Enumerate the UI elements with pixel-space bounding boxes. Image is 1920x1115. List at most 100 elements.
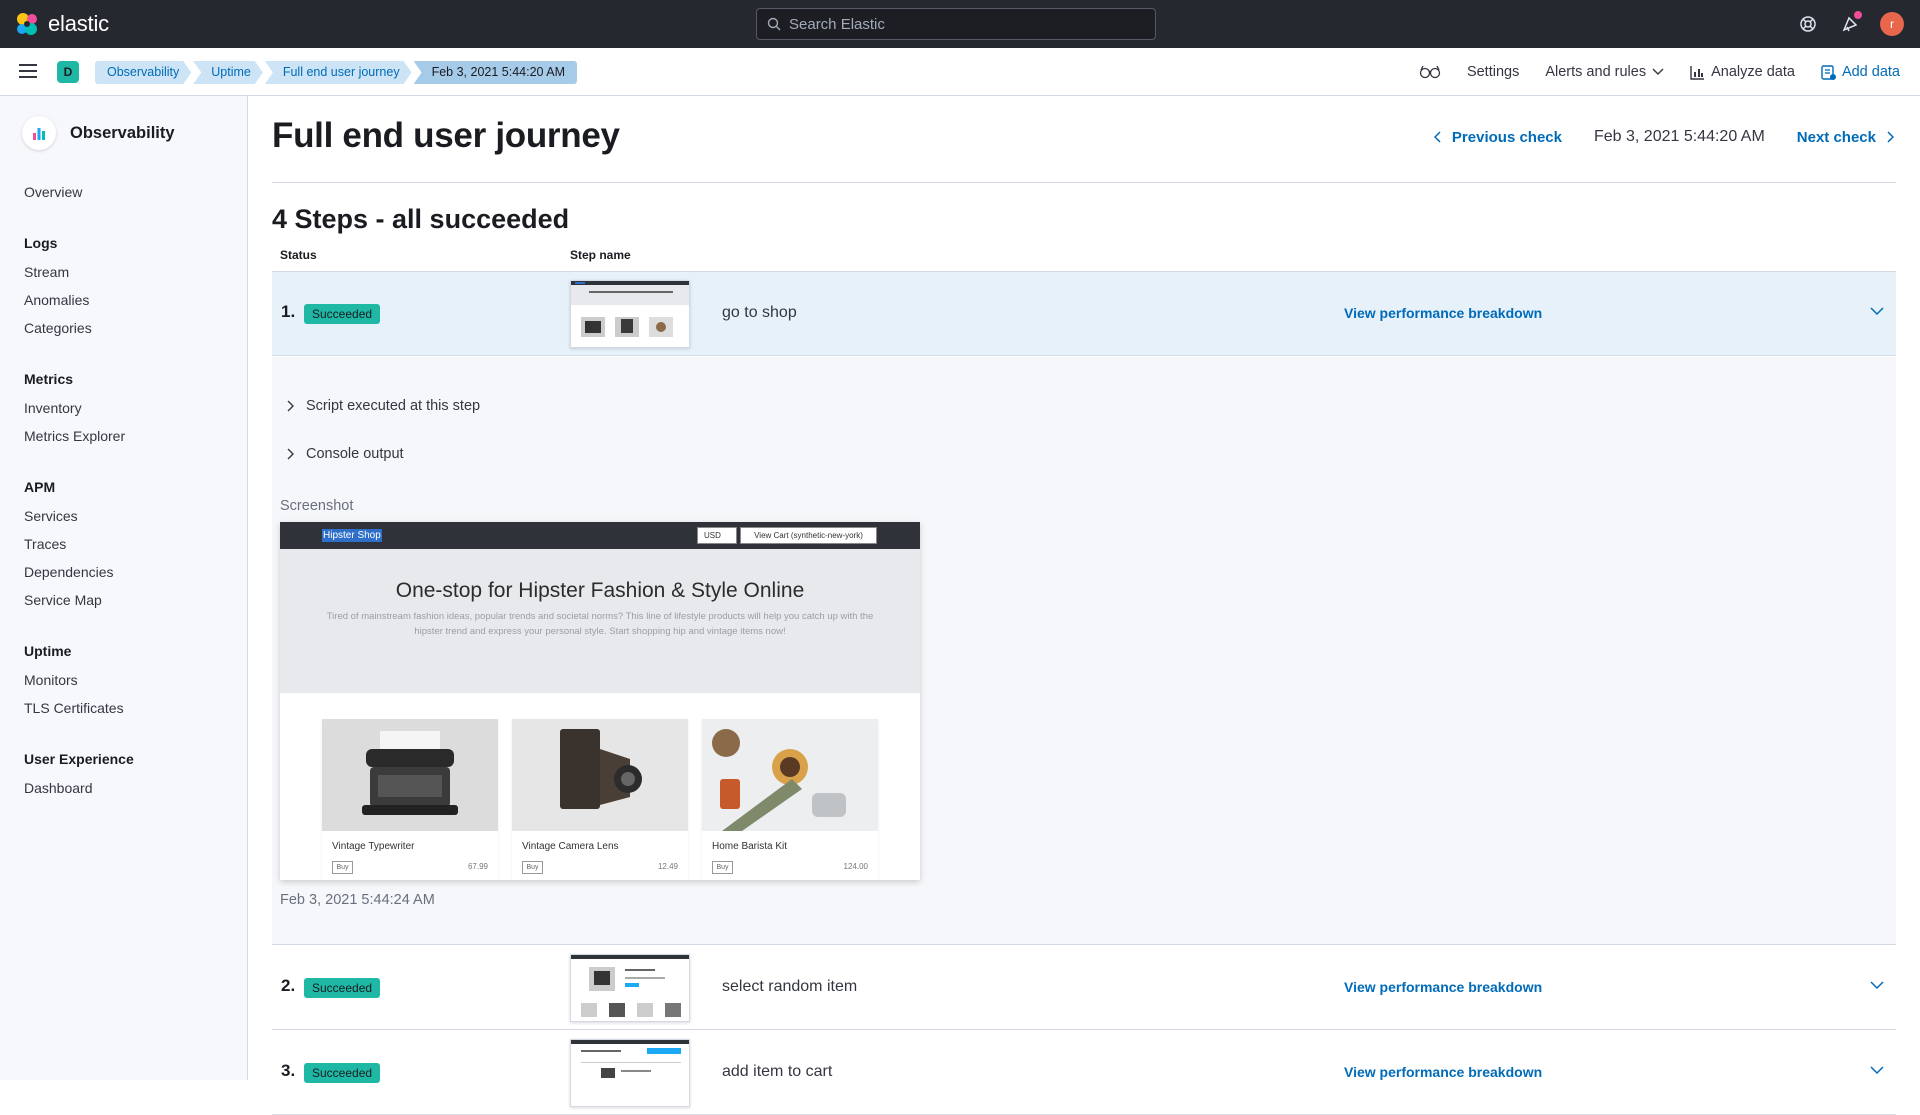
elastic-logo[interactable]: elastic [14,11,109,37]
add-data-link[interactable]: Add data [1821,64,1900,80]
step-thumbnail[interactable] [570,1039,690,1107]
shot-buy-button: Buy [712,861,733,874]
screenshot-label: Screenshot [280,498,354,514]
status-badge: Succeeded [304,304,381,324]
typewriter-image [322,719,498,831]
step-thumbnail[interactable] [570,954,690,1022]
shot-buy-button: Buy [522,861,543,874]
table-row[interactable]: 2. Succeeded select random item View per… [272,946,1896,1030]
step-details-panel: Script executed at this step Console out… [272,357,1896,945]
chevron-right-icon [1887,131,1894,143]
column-header-status[interactable]: Status [280,248,317,262]
sidebar-item-categories[interactable]: Categories [24,320,92,336]
sidebar-item-service-map[interactable]: Service Map [24,592,102,608]
search-placeholder: Search Elastic [789,15,885,33]
sidebar-item-monitors[interactable]: Monitors [24,672,78,688]
global-search[interactable]: Search Elastic [756,8,1156,40]
analyze-label: Analyze data [1711,64,1795,80]
shot-product-name: Vintage Typewriter [332,841,415,852]
shot-subtext: Tired of mainstream fashion ideas, popul… [326,611,874,637]
glasses-icon [1419,65,1441,79]
elastic-cluster-icon [17,13,37,35]
column-header-step-name[interactable]: Step name [570,248,631,262]
script-accordion[interactable]: Script executed at this step [286,398,480,414]
main-content: Full end user journey Previous check Feb… [248,96,1920,1115]
menu-toggle-icon[interactable] [19,64,37,78]
space-avatar[interactable]: D [57,61,79,83]
shot-product-card: Vintage Camera Lens Buy 12.49 [512,719,688,880]
step-number: 1. [281,302,296,321]
breadcrumb-bar: D Observability Uptime Full end user jou… [0,48,1920,96]
help-icon[interactable] [1796,12,1820,36]
chevron-down-icon[interactable] [1870,1065,1884,1075]
shot-headline: One-stop for Hipster Fashion & Style Onl… [395,579,805,602]
screenshot-timestamp: Feb 3, 2021 5:44:24 AM [280,892,435,908]
previous-check-label: Previous check [1451,128,1562,146]
sidebar-item-tls-certificates[interactable]: TLS Certificates [24,700,124,716]
sidebar-item-overview[interactable]: Overview [24,184,82,200]
analyze-data-link[interactable]: Analyze data [1690,64,1795,80]
search-icon [767,17,781,31]
step-name: go to shop [722,304,797,321]
sidebar-item-metrics-explorer[interactable]: Metrics Explorer [24,428,125,444]
camera-image [512,719,688,831]
shot-currency-select: USD [697,527,737,544]
previous-check-link[interactable]: Previous check [1433,128,1562,146]
alerts-label: Alerts and rules [1545,64,1647,80]
step-name: select random item [722,978,858,995]
breadcrumb-monitor[interactable]: Full end user journey [265,61,412,84]
shot-product-price: 67.99 [467,862,488,871]
breadcrumb-observability[interactable]: Observability [95,61,191,84]
sidebar-item-traces[interactable]: Traces [24,536,66,552]
console-accordion-label: Console output [306,446,404,462]
next-check-link[interactable]: Next check [1797,129,1894,146]
shot-product-name: Home Barista Kit [712,841,788,852]
settings-link[interactable]: Settings [1467,64,1519,80]
view-performance-breakdown-link[interactable]: View performance breakdown [1344,305,1542,321]
chevron-right-icon [287,400,294,412]
shot-product-price: 124.00 [843,862,868,871]
shot-product-card: Vintage Typewriter Buy 67.99 [322,719,498,880]
table-row[interactable]: 3. Succeeded add item to cart View perfo… [272,1031,1896,1115]
shot-navbar: Hipster Shop USD View Cart (synthetic-ne… [280,522,920,549]
view-performance-breakdown-link[interactable]: View performance breakdown [1344,979,1542,995]
sidebar-item-dashboard[interactable]: Dashboard [24,780,93,796]
notification-dot [1854,11,1862,19]
step-number: 3. [281,1061,296,1080]
step-number: 2. [281,976,296,995]
top-header: elastic Search Elastic r [0,0,1920,48]
shot-brand: Hipster Shop [322,529,382,542]
status-badge: Succeeded [304,978,381,998]
sidebar-group-apm: APM [24,479,56,495]
sidebar-item-inventory[interactable]: Inventory [24,400,82,416]
step-screenshot[interactable]: Hipster Shop USD View Cart (synthetic-ne… [280,522,920,880]
shot-product-price: 12.49 [657,862,678,871]
view-performance-breakdown-link[interactable]: View performance breakdown [1344,1064,1542,1080]
alerts-menu[interactable]: Alerts and rules [1545,64,1664,80]
barista-kit-image [702,719,878,831]
chevron-right-icon [287,448,294,460]
shot-cart-button: View Cart (synthetic-new-york) [740,527,877,544]
inspect-button[interactable] [1419,64,1441,80]
sidebar-item-stream[interactable]: Stream [24,264,69,280]
newsfeed-icon[interactable] [1838,11,1862,36]
step-thumbnail[interactable] [570,280,690,348]
current-check-date: Feb 3, 2021 5:44:20 AM [1593,128,1765,145]
chevron-down-icon[interactable] [1870,980,1884,990]
sidebar-item-anomalies[interactable]: Anomalies [24,292,89,308]
console-accordion[interactable]: Console output [286,446,404,462]
breadcrumb-uptime[interactable]: Uptime [193,61,263,84]
table-row[interactable]: 1. Succeeded go to shop View performance… [272,272,1896,356]
brand-name: elastic [48,11,109,36]
sidebar-group-logs: Logs [24,235,58,251]
title-divider [272,182,1896,183]
sidebar-group-uptime: Uptime [24,643,72,659]
user-avatar[interactable]: r [1880,12,1904,36]
sidebar-group-metrics: Metrics [24,371,74,387]
observability-logo-icon [22,116,56,150]
chevron-down-icon[interactable] [1870,306,1884,316]
step-name: add item to cart [722,1063,833,1080]
sidebar-item-dependencies[interactable]: Dependencies [24,564,114,580]
next-check-label: Next check [1796,128,1876,146]
sidebar-item-services[interactable]: Services [24,508,78,524]
